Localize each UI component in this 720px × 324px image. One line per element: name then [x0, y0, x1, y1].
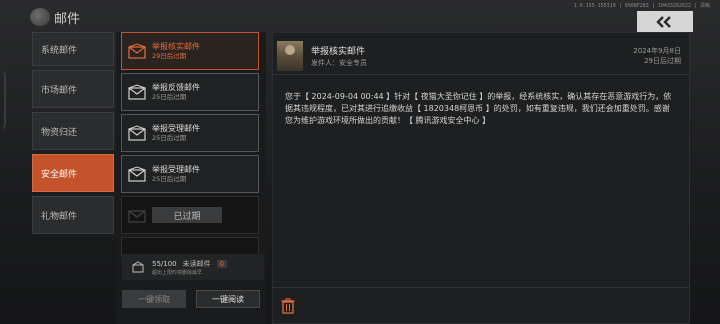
envelope-icon: [128, 125, 146, 141]
detail-body: 您于【 2024-09-04 00:44 】针对【 夜猫大圣你记住 】的举报，经…: [285, 92, 672, 125]
unread-count-badge: 0: [216, 259, 228, 268]
page-title: 邮件: [54, 12, 81, 27]
tab-supply-return[interactable]: 物资归还: [32, 112, 114, 150]
tab-label: 物资归还: [41, 127, 78, 138]
mail-item[interactable]: 举报受理邮件 25日后过期: [121, 155, 259, 193]
back-arrow-icon: [656, 15, 671, 28]
mail-title: 举报受理邮件: [152, 165, 200, 174]
detail-title: 举报核实邮件: [311, 47, 366, 57]
mailbox-icon: [132, 261, 144, 273]
envelope-icon: [128, 84, 146, 100]
mail-title: 举报受理邮件: [152, 124, 200, 133]
planet-logo-icon: [30, 8, 50, 26]
avatar: [277, 41, 303, 71]
mail-limit-note: 超出上限时将删除最早: [152, 269, 203, 276]
detail-footer: [273, 287, 689, 323]
envelope-icon: [128, 166, 146, 182]
tab-label: 系统邮件: [41, 45, 78, 56]
envelope-icon: [128, 43, 146, 59]
tab-gift-mail[interactable]: 礼物邮件: [32, 196, 114, 234]
tab-security-mail[interactable]: 安全邮件: [32, 154, 114, 192]
detail-sender: 发件人：安全专员: [311, 59, 367, 67]
mail-count: 55/100: [152, 259, 177, 268]
mail-expire: 25日后过期: [152, 175, 187, 183]
mail-expire: 25日后过期: [152, 134, 187, 142]
tab-market-mail[interactable]: 市场邮件: [32, 70, 114, 108]
tab-label: 礼物邮件: [41, 211, 78, 222]
mail-title: 举报核实邮件: [152, 42, 200, 51]
tab-label: 市场邮件: [41, 85, 78, 96]
header: 邮件 1.0.155.155310 | 0908F283 | 104332828…: [0, 0, 720, 32]
mail-detail-panel: 举报核实邮件 发件人：安全专员 2024年9月8日 29日后过期 您于【 202…: [272, 32, 690, 324]
detail-header: 举报核实邮件 发件人：安全专员 2024年9月8日 29日后过期: [273, 33, 689, 75]
build-info: 1.0.155.155310 | 0908F283 | 10433282822 …: [573, 3, 710, 9]
envelope-icon: [128, 210, 146, 223]
trash-icon[interactable]: [281, 298, 295, 314]
mail-item-expired[interactable]: 已过期: [121, 196, 259, 234]
side-edge-decoration: [0, 70, 6, 130]
mail-count-bar: 55/100 未读邮件 0 超出上限时将删除最早: [122, 254, 264, 280]
category-tabs: 系统邮件 市场邮件 物资归还 安全邮件 礼物邮件: [32, 32, 114, 238]
claim-all-button[interactable]: 一键领取: [122, 290, 186, 308]
mail-item[interactable]: 举报受理邮件 25日后过期: [121, 114, 259, 152]
mail-item[interactable]: 举报反馈邮件 25日后过期: [121, 73, 259, 111]
mail-expire: 29日后过期: [152, 52, 187, 60]
tab-system-mail[interactable]: 系统邮件: [32, 32, 114, 66]
expired-tag: 已过期: [152, 207, 222, 223]
detail-expire: 29日后过期: [644, 57, 681, 65]
back-button[interactable]: [637, 11, 693, 32]
read-all-button[interactable]: 一键阅读: [196, 290, 260, 308]
tab-label: 安全邮件: [41, 169, 78, 180]
mail-item-selected[interactable]: 举报核实邮件 29日后过期: [121, 32, 259, 70]
mail-expire: 25日后过期: [152, 93, 187, 101]
detail-date: 2024年9月8日: [633, 47, 681, 55]
unread-label: 未读邮件: [182, 259, 211, 268]
mail-list: 举报核实邮件 29日后过期 举报反馈邮件 25日后过期 举报受理邮件 25日后过…: [116, 32, 266, 324]
mail-title: 举报反馈邮件: [152, 83, 200, 92]
